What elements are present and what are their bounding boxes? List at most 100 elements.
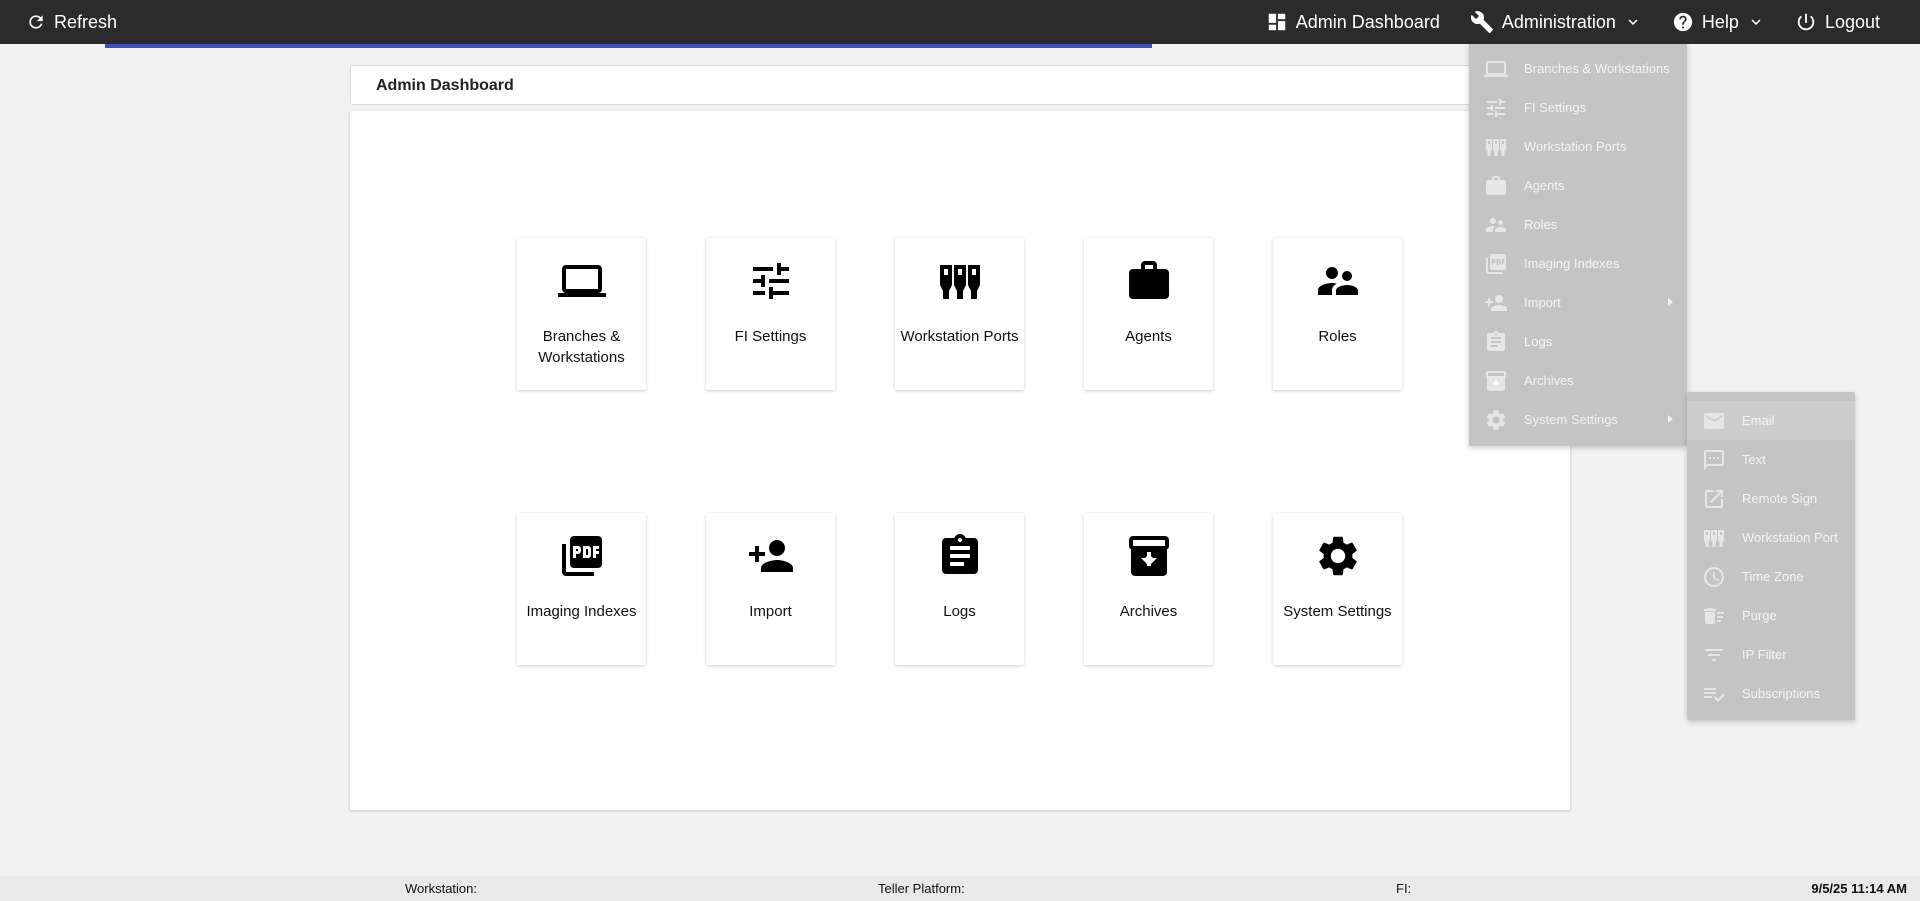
tile-agents[interactable]: Agents [1084,238,1213,390]
submenu-item-ip-filter[interactable]: IP Filter [1687,635,1855,674]
tile-fi-settings[interactable]: FI Settings [706,238,835,390]
archive-icon [1125,532,1173,580]
ports-icon [1484,135,1508,159]
tile-label: FI Settings [734,328,807,345]
submenu-arrow-icon [1668,298,1673,306]
menu-item-archives[interactable]: Archives [1469,361,1687,400]
menu-item-label: Agents [1524,178,1565,193]
tile-system-settings[interactable]: System Settings [1273,513,1402,665]
fi-status: FI: [1396,881,1412,896]
menu-item-label: Text [1742,452,1766,467]
pdf-icon [558,532,606,580]
submenu-item-remote-sign[interactable]: Remote Sign [1687,479,1855,518]
page-header: Admin Dashboard [350,65,1570,105]
tile-branches-workstations[interactable]: Branches & Workstations [517,238,646,390]
menu-item-label: Branches & Workstations [1524,61,1670,76]
logout-button[interactable]: Logout [1795,0,1880,44]
delete-sweep-icon [1702,604,1726,628]
datetime-display: 9/5/25 11:14 AM [1811,881,1907,896]
submenu-item-purge[interactable]: Purge [1687,596,1855,635]
person-add-icon [1484,291,1508,315]
wrench-icon [1470,10,1494,34]
power-icon [1795,11,1817,33]
sms-icon [1702,448,1726,472]
laptop-icon [558,257,606,305]
menu-item-label: Time Zone [1742,569,1804,584]
menu-item-fi-settings[interactable]: FI Settings [1469,88,1687,127]
admin-dashboard-link[interactable]: Admin Dashboard [1266,0,1440,44]
briefcase-icon [1484,174,1508,198]
open-in-new-icon [1702,487,1726,511]
tile-logs[interactable]: Logs [895,513,1024,665]
menu-item-label: System Settings [1524,412,1618,427]
gear-icon [1484,408,1508,432]
menu-item-agents[interactable]: Agents [1469,166,1687,205]
menu-item-imaging-indexes[interactable]: Imaging Indexes [1469,244,1687,283]
tile-label: Logs [943,603,976,620]
menu-item-label: Subscriptions [1742,686,1821,701]
menu-item-logs[interactable]: Logs [1469,322,1687,361]
tile-label: Archives [1119,603,1178,620]
menu-item-label: Archives [1524,373,1574,388]
submenu-item-email[interactable]: Email [1687,401,1855,440]
chevron-down-icon [1624,13,1642,31]
tile-roles[interactable]: Roles [1273,238,1402,390]
menu-item-roles[interactable]: Roles [1469,205,1687,244]
person-add-icon [747,532,795,580]
help-label: Help [1701,11,1739,32]
clipboard-icon [936,532,984,580]
menu-item-label: Workstation Port [1742,530,1838,545]
tile-archives[interactable]: Archives [1084,513,1213,665]
ports-icon [936,257,984,305]
clock-icon [1702,565,1726,589]
refresh-button[interactable]: Refresh [26,0,117,44]
chevron-down-icon [1747,13,1765,31]
refresh-icon [26,12,46,32]
menu-item-label: IP Filter [1742,647,1787,662]
submenu-item-workstation-port[interactable]: Workstation Port [1687,518,1855,557]
submenu-item-time-zone[interactable]: Time Zone [1687,557,1855,596]
menu-item-label: Import [1524,295,1561,310]
playlist-check-icon [1702,682,1726,706]
status-bar: Workstation: Teller Platform: FI: 9/5/25… [0,876,1920,901]
tile-imaging-indexes[interactable]: Imaging Indexes [517,513,646,665]
laptop-icon [1484,57,1508,81]
administration-dropdown: Branches & Workstations FI Settings Work… [1469,44,1687,446]
tile-label: System Settings [1283,603,1392,620]
tile-workstation-ports[interactable]: Workstation Ports [895,238,1024,390]
menu-item-import[interactable]: Import [1469,283,1687,322]
menu-item-label: Email [1742,413,1775,428]
dashboard-content: Branches & Workstations FI Settings Work… [350,111,1570,810]
mail-icon [1702,409,1726,433]
menu-item-label: Imaging Indexes [1524,256,1620,271]
people-icon [1484,213,1508,237]
menu-item-branches-workstations[interactable]: Branches & Workstations [1469,49,1687,88]
filter-icon [1702,643,1726,667]
tile-import[interactable]: Import [706,513,835,665]
help-menu-button[interactable]: Help [1672,0,1765,44]
dashboard-icon [1266,11,1288,33]
tile-label: Workstation Ports [900,328,1019,345]
submenu-item-text[interactable]: Text [1687,440,1855,479]
clipboard-icon [1484,330,1508,354]
tune-icon [1484,96,1508,120]
tile-label: Roles [1318,328,1357,345]
submenu-item-subscriptions[interactable]: Subscriptions [1687,674,1855,713]
menu-item-label: Remote Sign [1742,491,1818,506]
tile-label: Import [749,603,792,620]
briefcase-icon [1125,257,1173,305]
administration-menu-button[interactable]: Administration [1470,0,1642,44]
pdf-icon [1484,252,1508,276]
menu-item-label: Purge [1742,608,1777,623]
admin-dashboard-label: Admin Dashboard [1295,11,1440,32]
menu-item-workstation-ports[interactable]: Workstation Ports [1469,127,1687,166]
menu-item-label: Roles [1524,217,1558,232]
people-icon [1314,257,1362,305]
tile-label: Agents [1125,328,1172,345]
submenu-arrow-icon [1668,415,1673,423]
menu-item-label: FI Settings [1524,100,1587,115]
menu-item-label: Workstation Ports [1524,139,1627,154]
tile-label: Imaging Indexes [526,603,637,620]
menu-item-system-settings[interactable]: System Settings [1469,400,1687,439]
help-icon [1672,11,1694,33]
